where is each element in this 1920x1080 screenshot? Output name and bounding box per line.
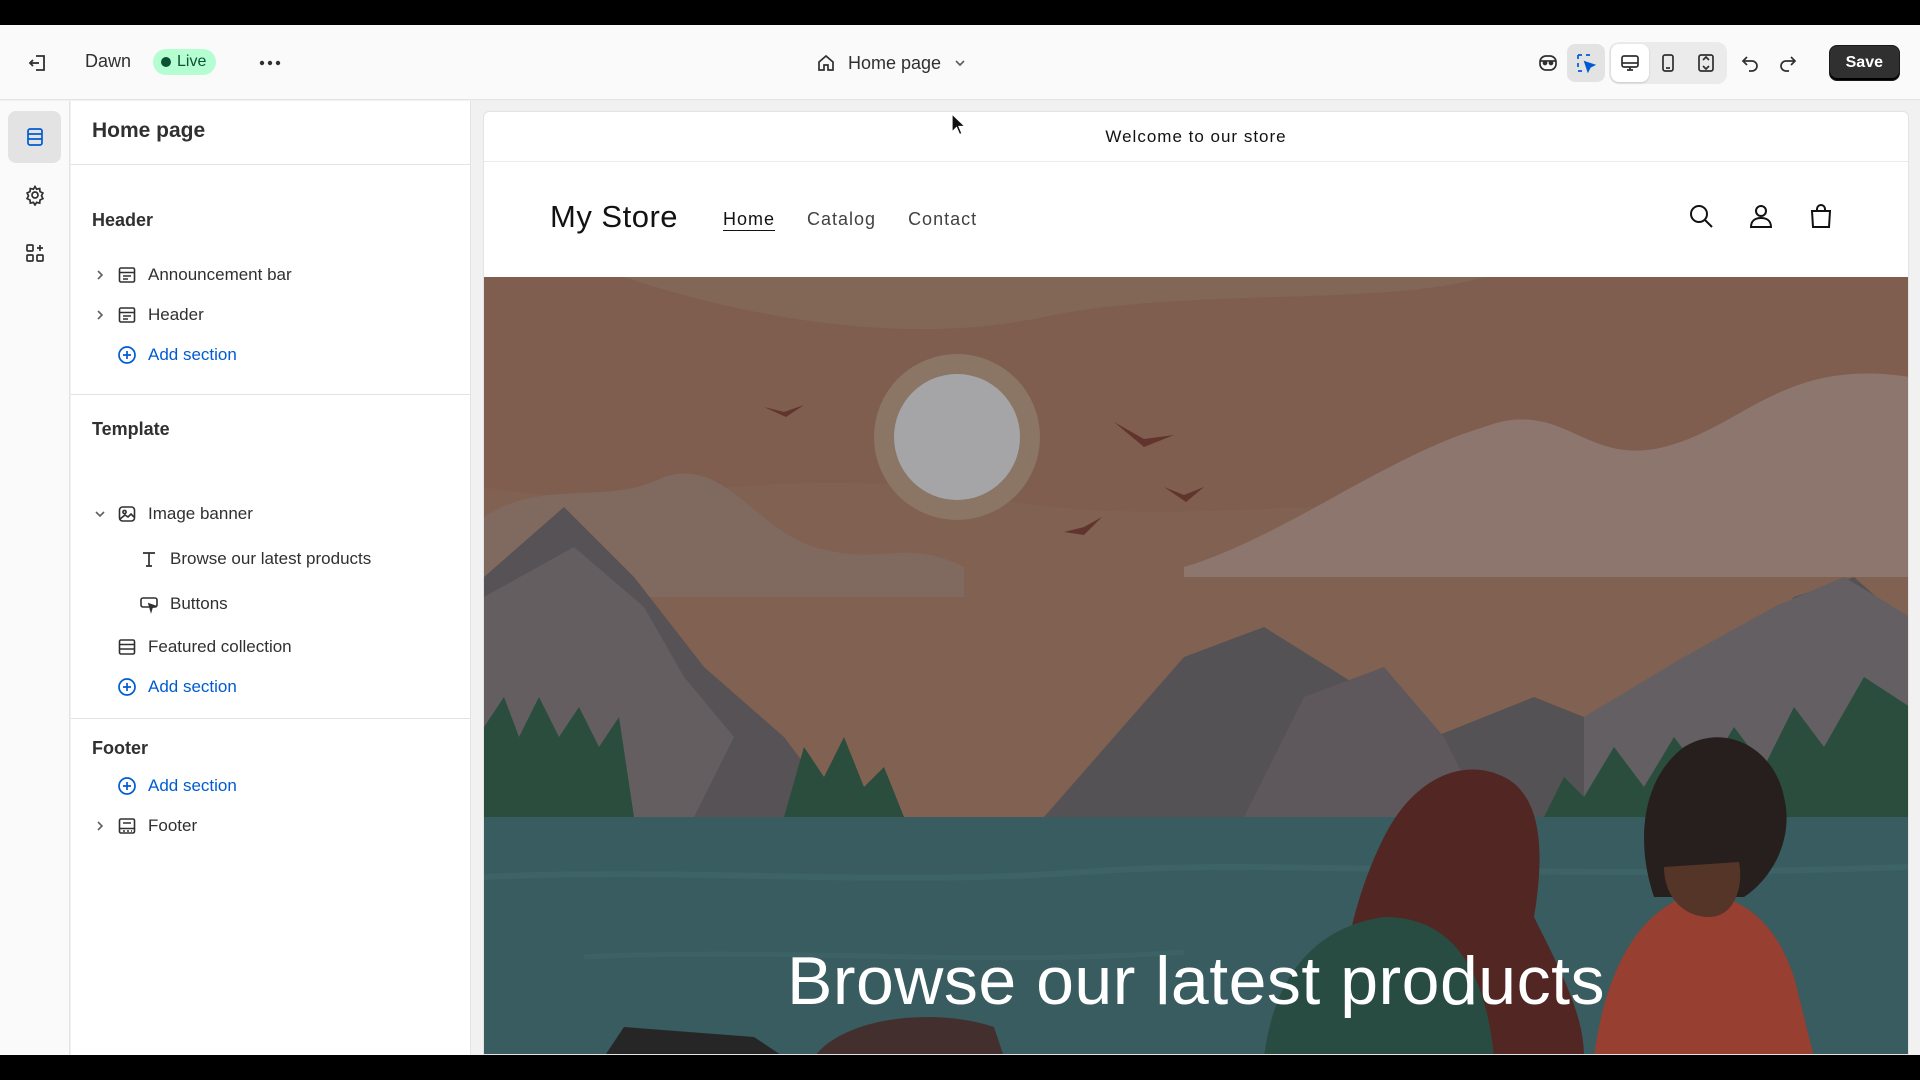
redo-button[interactable] — [1769, 44, 1807, 82]
select-cursor-icon — [1576, 54, 1596, 74]
chevron-down-icon[interactable] — [92, 506, 108, 522]
block-row-label: Buttons — [170, 594, 228, 613]
section-row-image-banner[interactable]: Image banner — [71, 496, 471, 532]
sections-icon — [26, 128, 43, 146]
cart-icon[interactable] — [1804, 199, 1838, 233]
section-row-footer[interactable]: Footer — [71, 808, 471, 844]
redo-icon — [1779, 56, 1796, 72]
live-dot-icon — [161, 57, 171, 67]
section-icon — [116, 304, 138, 326]
save-button[interactable]: Save — [1828, 45, 1900, 81]
image-icon — [116, 503, 138, 525]
editor-window: Dawn Live Home page Save Home page Heade… — [0, 25, 1920, 1055]
section-icon — [116, 264, 138, 286]
group-template-label: Template — [92, 419, 170, 439]
search-icon[interactable] — [1684, 199, 1718, 233]
section-row-featured-collection[interactable]: Featured collection — [71, 629, 471, 665]
fullscreen-icon — [1697, 54, 1714, 72]
section-row-label: Footer — [148, 816, 198, 835]
store-logo[interactable]: My Store — [550, 199, 678, 235]
group-header-label: Header — [92, 210, 154, 230]
account-icon[interactable] — [1744, 199, 1778, 233]
fullscreen-view-button[interactable] — [1687, 44, 1725, 82]
block-row-heading[interactable]: Browse our latest products — [71, 541, 471, 577]
sidebar-rail — [0, 101, 70, 1055]
section-row-header[interactable]: Header — [71, 297, 471, 333]
desktop-icon — [1620, 55, 1639, 71]
page-selector[interactable]: Home page — [816, 47, 967, 79]
add-section-header-button[interactable]: Add section — [71, 337, 471, 373]
more-actions-button[interactable] — [256, 49, 284, 77]
group-footer-label: Footer — [92, 738, 148, 758]
rail-apps-button[interactable] — [8, 227, 61, 279]
add-section-template-button[interactable]: Add section — [71, 669, 471, 705]
plus-circle-icon — [116, 344, 138, 366]
apps-icon — [25, 244, 44, 262]
inspector-toggle-button[interactable] — [1566, 44, 1605, 82]
nav-link-contact[interactable]: Contact — [908, 209, 977, 230]
viewport-switcher — [1608, 42, 1727, 84]
home-icon — [818, 54, 834, 71]
banner-illustration — [484, 277, 1908, 1054]
image-banner[interactable]: Browse our latest products — [484, 277, 1908, 1054]
rail-sections-button[interactable] — [8, 111, 61, 163]
footer-icon — [116, 815, 138, 837]
sensei-ai-button[interactable] — [1529, 44, 1567, 82]
divider — [71, 394, 471, 395]
sections-sidebar: Home page Header Announcement bar Header… — [71, 101, 471, 1055]
section-row-label: Header — [148, 305, 204, 324]
live-badge: Live — [153, 49, 217, 75]
section-row-label: Image banner — [148, 504, 253, 523]
live-badge-label: Live — [177, 53, 207, 70]
add-section-label: Add section — [148, 776, 237, 795]
toolbar-actions: Save — [1529, 42, 1900, 84]
banner-heading[interactable]: Browse our latest products — [484, 942, 1908, 1020]
mobile-view-button[interactable] — [1649, 44, 1687, 82]
chevron-right-icon[interactable] — [92, 307, 108, 323]
block-row-buttons[interactable]: Buttons — [71, 586, 471, 622]
section-icon — [116, 636, 138, 658]
nav-link-catalog[interactable]: Catalog — [807, 209, 876, 230]
mouse-cursor-icon — [951, 113, 967, 136]
button-icon — [138, 593, 160, 615]
sidebar-title: Home page — [92, 119, 206, 142]
main-navigation: Home Catalog Contact — [723, 209, 977, 230]
nav-link-home[interactable]: Home — [723, 209, 775, 230]
top-bar: Dawn Live Home page Save — [0, 25, 1920, 100]
section-row-label: Announcement bar — [148, 265, 292, 284]
announcement-bar[interactable]: Welcome to our store — [484, 112, 1908, 162]
store-header[interactable]: My Store Home Catalog Contact — [484, 163, 1908, 277]
chevron-right-icon[interactable] — [92, 267, 108, 283]
chevron-down-icon — [955, 60, 965, 67]
sidekick-icon — [1538, 55, 1557, 71]
announcement-text: Welcome to our store — [1105, 126, 1287, 146]
section-row-label: Featured collection — [148, 637, 292, 656]
gear-icon — [25, 184, 44, 206]
divider — [71, 718, 471, 719]
ellipsis-icon — [259, 60, 281, 66]
exit-button[interactable] — [24, 49, 52, 77]
mobile-icon — [1661, 54, 1674, 72]
add-section-label: Add section — [148, 345, 237, 364]
exit-icon — [28, 55, 45, 71]
divider — [71, 164, 471, 165]
rail-settings-button[interactable] — [8, 169, 61, 221]
header-icons — [1684, 199, 1838, 233]
storefront-preview[interactable]: Welcome to our store My Store Home Catal… — [483, 111, 1909, 1055]
block-row-label: Browse our latest products — [170, 549, 372, 568]
theme-name: Dawn — [85, 51, 132, 71]
desktop-view-button[interactable] — [1610, 44, 1649, 82]
add-section-footer-button[interactable]: Add section — [71, 768, 471, 804]
plus-circle-icon — [116, 775, 138, 797]
add-section-label: Add section — [148, 677, 237, 696]
chevron-right-icon[interactable] — [92, 818, 108, 834]
plus-circle-icon — [116, 676, 138, 698]
undo-icon — [1741, 56, 1758, 72]
section-row-announcement-bar[interactable]: Announcement bar — [71, 257, 471, 293]
text-icon — [138, 548, 160, 570]
page-selector-label: Home page — [848, 52, 942, 73]
undo-button[interactable] — [1731, 44, 1769, 82]
